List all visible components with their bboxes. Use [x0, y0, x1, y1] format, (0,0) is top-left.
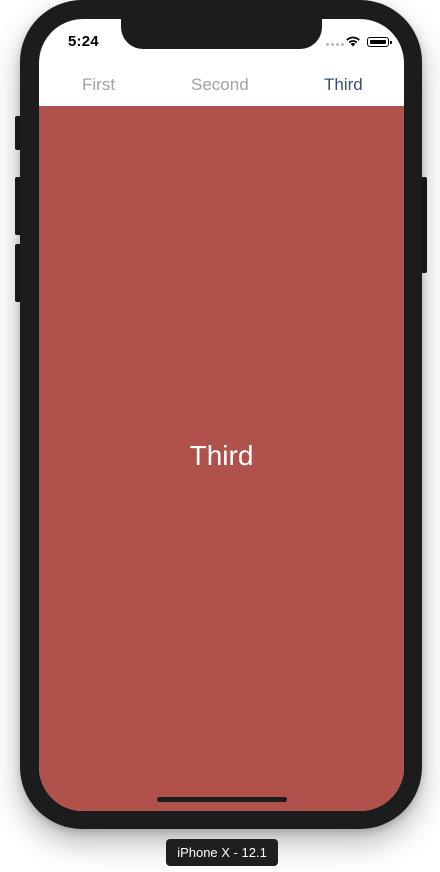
simulator-stage: 5:24 First Second Third Third iPhone X -… — [0, 0, 440, 872]
cellular-signal-icon — [326, 43, 344, 46]
status-time: 5:24 — [68, 33, 99, 50]
home-indicator[interactable] — [157, 797, 287, 802]
notch — [121, 19, 322, 49]
status-bar: 5:24 — [39, 19, 404, 63]
wifi-icon — [346, 36, 360, 47]
top-tab-bar: First Second Third — [39, 63, 404, 106]
tab-second[interactable]: Second — [191, 75, 249, 95]
battery-icon — [367, 37, 392, 47]
device-label: iPhone X - 12.1 — [166, 839, 278, 866]
tab-third[interactable]: Third — [324, 75, 363, 95]
tab-first[interactable]: First — [82, 75, 115, 95]
content-panel: Third — [39, 106, 404, 811]
content-title: Third — [189, 440, 254, 471]
phone-screen: 5:24 First Second Third Third — [39, 19, 404, 811]
